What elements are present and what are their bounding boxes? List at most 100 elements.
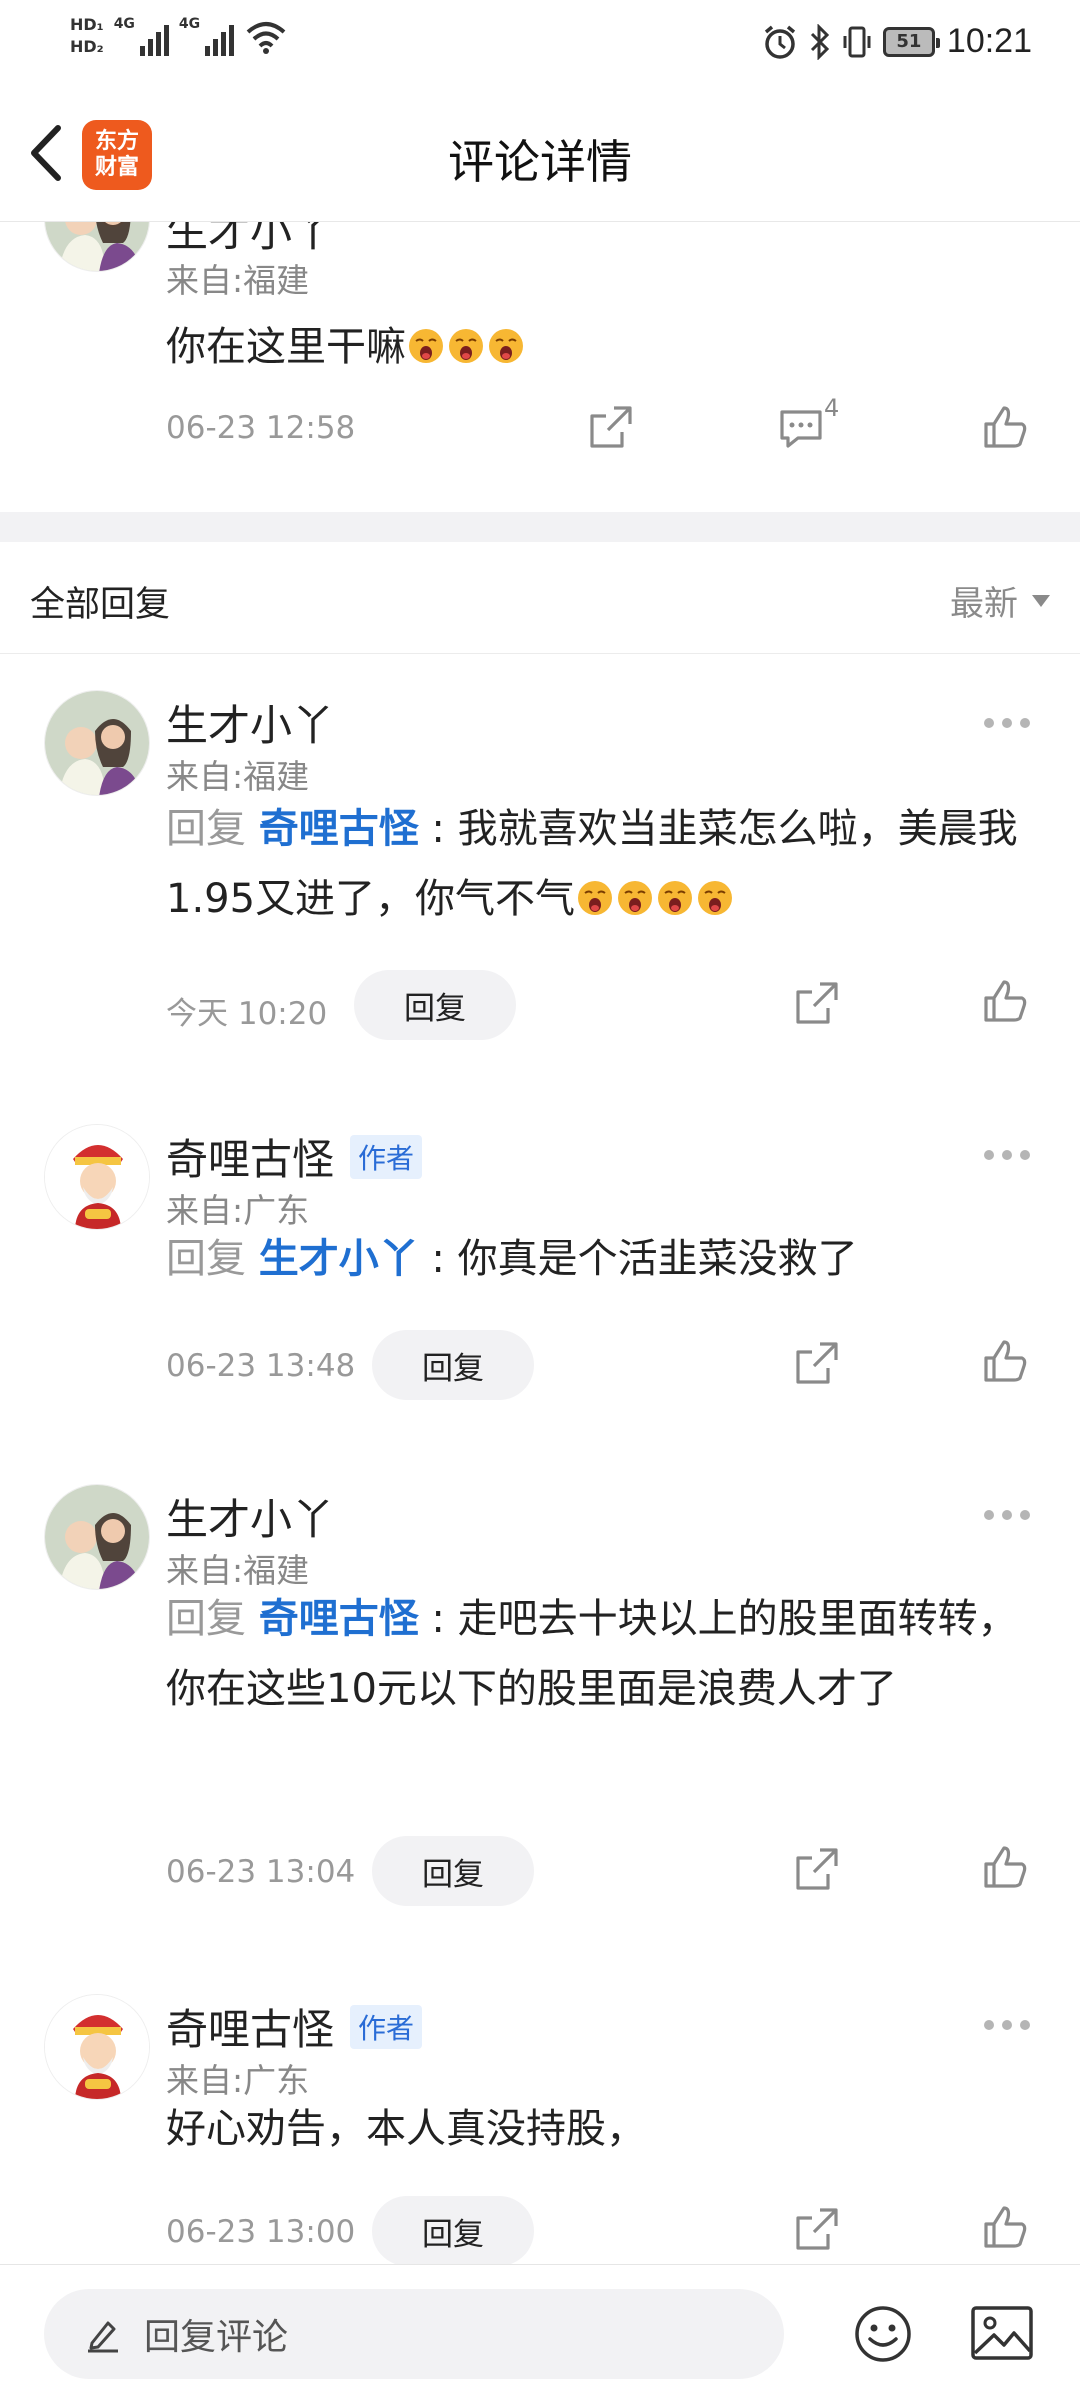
more-icon[interactable]: [984, 718, 1030, 728]
reply-time: 06-23 13:48: [166, 1348, 356, 1384]
reply-time: 06-23 13:04: [166, 1854, 356, 1890]
section-divider: [0, 512, 1080, 542]
like-icon[interactable]: [980, 402, 1030, 452]
main-comment: 生才小丫 来自:福建 你在这里干嘛 06-23 12:58 4: [0, 222, 1080, 512]
clock: 10:21: [946, 22, 1032, 60]
author-badge: 作者: [350, 1134, 423, 1179]
reply-content: 好心劝告，本人真没持股，: [166, 2106, 646, 2152]
pencil-icon: [88, 2321, 118, 2353]
hd-indicator: HD₁ HD₂: [70, 16, 104, 56]
avatar[interactable]: [44, 1484, 150, 1590]
yawn-emoji-icon: [618, 881, 653, 915]
reply-input-placeholder: 回复评论: [144, 2317, 289, 2358]
reply-username[interactable]: 奇哩古怪 作者: [166, 1996, 423, 2057]
app-header: 东方 财富 评论详情: [0, 96, 1080, 222]
signal-icon: 4G: [114, 16, 169, 56]
status-bar: HD₁ HD₂ 4G 4G 51 10:21: [0, 0, 1080, 96]
reply-prefix: 回复: [166, 1596, 259, 1642]
share-icon[interactable]: [792, 1844, 842, 1894]
yawn-emoji-icon: [409, 329, 443, 363]
alarm-icon: [764, 25, 796, 59]
comment-icon[interactable]: [776, 404, 826, 454]
reply-content: 你真是个活韭菜没救了: [457, 1236, 858, 1282]
share-icon[interactable]: [792, 978, 842, 1028]
reply-username[interactable]: 奇哩古怪 作者: [166, 1126, 423, 1187]
comment-time: 06-23 12:58: [166, 410, 356, 446]
reply-button[interactable]: 回复: [354, 970, 516, 1040]
username-text: 奇哩古怪: [166, 1135, 335, 1184]
comment-text: 你在这里干嘛: [166, 312, 1036, 382]
avatar[interactable]: [44, 1124, 150, 1230]
share-icon[interactable]: [792, 1338, 842, 1388]
reply-text: 好心劝告，本人真没持股，: [166, 2094, 1036, 2164]
reply-location: 来自:福建: [166, 757, 310, 796]
reply-button[interactable]: 回复: [372, 1330, 534, 1400]
emoji-icon[interactable]: [852, 2303, 914, 2365]
all-replies-label: 全部回复: [30, 585, 171, 625]
reply-separator: :: [418, 1236, 458, 1282]
replies-section-header: 全部回复 最新: [0, 542, 1080, 654]
yawn-emoji-icon: [449, 329, 483, 363]
bottom-reply-bar: 回复评论: [0, 2264, 1080, 2400]
username-text: 生才小丫: [166, 1495, 335, 1544]
reply-count: 4: [824, 394, 840, 422]
avatar[interactable]: [44, 690, 150, 796]
reply-time: 06-23 13:00: [166, 2214, 356, 2250]
share-icon[interactable]: [586, 402, 636, 452]
reply-item: 奇哩古怪 作者 来自:广东 好心劝告，本人真没持股， 06-23 13:00 回…: [0, 1964, 1080, 2264]
yawn-emoji-icon: [489, 329, 523, 363]
avatar[interactable]: [44, 1994, 150, 2100]
avatar[interactable]: [44, 222, 150, 272]
emoji-group: [406, 324, 526, 370]
mention-link[interactable]: 奇哩古怪: [259, 806, 419, 852]
reply-input[interactable]: 回复评论: [44, 2289, 784, 2379]
more-icon[interactable]: [984, 2020, 1030, 2030]
comment-location: 来自:福建: [166, 261, 310, 300]
like-icon[interactable]: [980, 1842, 1030, 1892]
vibrate-icon: [843, 26, 871, 57]
signal-icon-2: 4G: [178, 16, 235, 56]
yawn-emoji-icon: [658, 881, 693, 915]
wifi-icon: [246, 22, 286, 54]
reply-text: 回复 奇哩古怪 : 我就喜欢当韭菜怎么啦，美晨我1.95又进了，你气不气: [166, 794, 1036, 934]
more-icon[interactable]: [984, 1510, 1030, 1520]
net2-label: 4G: [178, 16, 201, 32]
sort-dropdown[interactable]: 最新: [950, 576, 1050, 625]
reply-item: 生才小丫 来自:福建 回复 奇哩古怪 : 我就喜欢当韭菜怎么啦，美晨我1.95又…: [0, 654, 1080, 1094]
hd2-label: HD₂: [70, 37, 104, 56]
mention-link[interactable]: 奇哩古怪: [259, 1596, 419, 1642]
reply-prefix: 回复: [166, 1236, 259, 1282]
username-text: 生才小丫: [166, 701, 335, 750]
comment-text-content: 你在这里干嘛: [166, 324, 406, 370]
chevron-down-icon: [1032, 594, 1050, 607]
more-icon[interactable]: [984, 1150, 1030, 1160]
reply-separator: :: [418, 806, 458, 852]
reply-text: 回复 生才小丫 : 你真是个活韭菜没救了: [166, 1224, 1036, 1294]
net1-label: 4G: [113, 16, 135, 32]
mention-link[interactable]: 生才小丫: [259, 1236, 419, 1282]
reply-username[interactable]: 生才小丫: [166, 1486, 334, 1547]
reply-button[interactable]: 回复: [372, 2196, 534, 2264]
battery-indicator: 51: [882, 26, 940, 57]
like-icon[interactable]: [980, 976, 1030, 1026]
author-badge: 作者: [350, 2004, 423, 2049]
reply-item: 生才小丫 来自:福建 回复 奇哩古怪 : 走吧去十块以上的股里面转转，你在这些1…: [0, 1454, 1080, 1964]
share-icon[interactable]: [792, 2204, 842, 2254]
reply-separator: :: [418, 1596, 458, 1642]
image-icon[interactable]: [970, 2305, 1034, 2361]
hd1-label: HD₁: [70, 15, 104, 34]
yawn-emoji-icon: [698, 881, 733, 915]
emoji-group: [575, 876, 735, 922]
page-title: 评论详情: [448, 135, 632, 189]
like-icon[interactable]: [980, 2202, 1030, 2252]
username-text: 奇哩古怪: [166, 2005, 335, 2054]
sort-label: 最新: [950, 584, 1018, 624]
reply-prefix: 回复: [166, 806, 259, 852]
reply-button[interactable]: 回复: [372, 1836, 534, 1906]
reply-item: 奇哩古怪 作者 来自:广东 回复 生才小丫 : 你真是个活韭菜没救了 06-23…: [0, 1094, 1080, 1454]
bluetooth-icon: [810, 23, 830, 60]
yawn-emoji-icon: [578, 881, 613, 915]
reply-username[interactable]: 生才小丫: [166, 692, 334, 753]
reply-time: 今天 10:20: [166, 996, 328, 1032]
like-icon[interactable]: [980, 1336, 1030, 1386]
